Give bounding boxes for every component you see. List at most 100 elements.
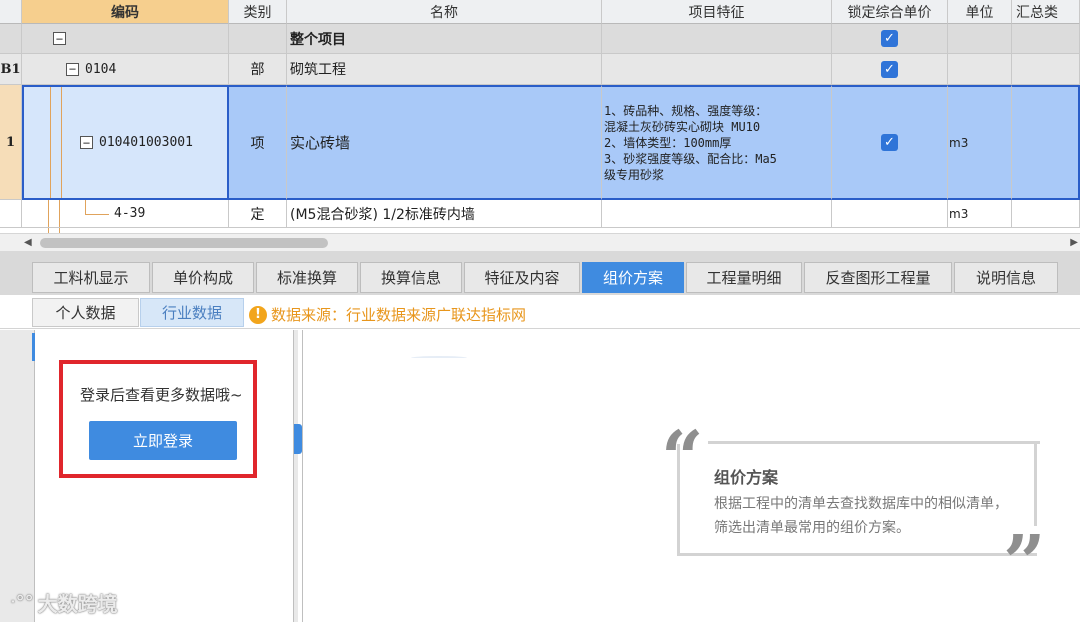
tree-line (59, 200, 60, 227)
checkbox-checked-icon[interactable]: ✓ (881, 134, 898, 151)
collapse-icon[interactable]: − (53, 32, 66, 45)
right-panel: “ ” 组价方案 根据工程中的清单去查找数据库中的相似清单，筛选出清单最常用的组… (302, 330, 1080, 622)
tab-features[interactable]: 特征及内容 (464, 262, 580, 293)
bill-grid: 编码 类别 名称 项目特征 锁定综合单价 单位 汇总类 − 整个项目 ✓ B1 … (0, 0, 1080, 233)
data-source-notice: ! 数据来源：行业数据来源广联达指标网 (249, 304, 526, 325)
name-cell[interactable]: 实心砖墙 (287, 85, 602, 200)
code-cell[interactable]: − (22, 24, 229, 54)
table-row-selected[interactable]: 1 − 010401003001 项 实心砖墙 1、砖品种、规格、强度等级： 混… (0, 85, 1080, 200)
summary-cell (1012, 24, 1080, 54)
code-text: 4-39 (114, 206, 146, 221)
highlight-box: 登录后查看更多数据哦~ 立即登录 (59, 360, 257, 478)
horizontal-scrollbar[interactable]: ◀ ▶ (0, 233, 1080, 251)
tree-line (85, 200, 86, 214)
watermark-logo-icon: ᐧ°° (10, 592, 34, 613)
subtab-industry-data[interactable]: 行业数据 (140, 298, 244, 327)
feature-line: 2、墙体类型：100mm厚 (604, 135, 732, 150)
header-locked[interactable]: 锁定综合单价 (832, 0, 948, 24)
login-button[interactable]: 立即登录 (89, 421, 237, 460)
tab-quantity-detail[interactable]: 工程量明细 (686, 262, 802, 293)
grid-header-row: 编码 类别 名称 项目特征 锁定综合单价 单位 汇总类 (0, 0, 1080, 24)
tab-unit-price[interactable]: 单价构成 (152, 262, 254, 293)
code-text: 0104 (85, 61, 117, 77)
feature-line: 1、砖品种、规格、强度等级： (604, 103, 768, 118)
summary-cell (1012, 200, 1080, 228)
category-cell: 部 (229, 54, 287, 85)
tree-line (61, 87, 62, 198)
open-quote-icon: “ (661, 416, 704, 502)
info-title: 组价方案 (714, 468, 779, 487)
login-message: 登录后查看更多数据哦~ (80, 386, 243, 404)
row-number (0, 24, 22, 54)
feature-cell[interactable] (602, 200, 832, 228)
watermark: ᐧ°° 大数跨境 (10, 588, 118, 617)
checkbox-checked-icon[interactable]: ✓ (881, 30, 898, 47)
panel-indicator (32, 333, 35, 361)
warning-icon: ! (249, 305, 267, 324)
unit-cell[interactable] (948, 24, 1012, 54)
panel-collapse-handle[interactable] (294, 424, 302, 454)
tab-pricing-scheme[interactable]: 组价方案 (582, 262, 684, 293)
tree-line (50, 87, 51, 198)
feature-line: 混凝土灰砂砖实心砌块 MU10 (604, 119, 761, 134)
detail-tab-bar: 工料机显示 单价构成 标准换算 换算信息 特征及内容 组价方案 工程量明细 反查… (0, 251, 1080, 295)
category-cell: 定 (229, 200, 287, 228)
feature-cell[interactable] (602, 24, 832, 54)
header-name[interactable]: 名称 (287, 0, 602, 24)
unit-cell[interactable] (948, 54, 1012, 85)
info-card-frame-top (708, 441, 1040, 444)
code-text: 010401003001 (99, 135, 193, 150)
collapse-icon[interactable]: − (80, 136, 93, 149)
header-unit[interactable]: 单位 (948, 0, 1012, 24)
feature-cell[interactable] (602, 54, 832, 85)
row-number: 1 (0, 85, 22, 200)
header-category[interactable]: 类别 (229, 0, 287, 24)
tab-labor-material[interactable]: 工料机显示 (32, 262, 150, 293)
tab-conversion-info[interactable]: 换算信息 (360, 262, 462, 293)
subtab-personal-data[interactable]: 个人数据 (32, 298, 139, 327)
code-cell[interactable]: − 0104 (22, 54, 229, 85)
left-panel: 登录后查看更多数据哦~ 立即登录 (0, 330, 298, 622)
scrollbar-thumb[interactable] (40, 238, 328, 248)
locked-cell[interactable]: ✓ (832, 24, 948, 54)
row-number: B1 (0, 54, 22, 85)
tree-line (48, 200, 49, 227)
feature-line: 级专用砂浆 (604, 167, 665, 182)
scroll-left-icon[interactable]: ◀ (24, 237, 32, 248)
scroll-right-icon[interactable]: ▶ (1070, 237, 1078, 248)
watermark-text: 大数跨境 (37, 592, 118, 616)
collapse-icon[interactable]: − (66, 62, 79, 76)
data-source-tabs: 个人数据 行业数据 ! 数据来源：行业数据来源广联达指标网 (0, 295, 1080, 329)
data-source-text: 数据来源：行业数据来源广联达指标网 (271, 306, 527, 324)
unit-cell[interactable]: m3 (948, 200, 1012, 228)
name-cell[interactable]: 整个项目 (287, 24, 602, 54)
tab-standard-conversion[interactable]: 标准换算 (256, 262, 358, 293)
name-cell[interactable]: (M5混合砂浆) 1/2标准砖内墙 (287, 200, 602, 228)
code-cell[interactable]: 4-39 (22, 200, 229, 228)
summary-cell (1012, 54, 1080, 85)
table-row[interactable]: 4-39 定 (M5混合砂浆) 1/2标准砖内墙 m3 (0, 200, 1080, 228)
header-summary[interactable]: 汇总类 (1012, 0, 1080, 24)
feature-line: 3、砂浆强度等级、配合比：Ma5 (604, 151, 777, 166)
table-row[interactable]: B1 − 0104 部 砌筑工程 ✓ (0, 54, 1080, 85)
tab-reverse-lookup[interactable]: 反查图形工程量 (804, 262, 952, 293)
unit-cell[interactable]: m3 (948, 85, 1012, 200)
code-cell[interactable]: − 010401003001 (22, 85, 229, 200)
category-cell: 项 (229, 85, 287, 200)
feature-cell[interactable]: 1、砖品种、规格、强度等级： 混凝土灰砂砖实心砌块 MU10 2、墙体类型：10… (602, 85, 832, 200)
table-row[interactable]: − 整个项目 ✓ (0, 24, 1080, 54)
name-cell[interactable]: 砌筑工程 (287, 54, 602, 85)
summary-cell (1012, 85, 1080, 200)
header-code[interactable]: 编码 (22, 0, 229, 24)
locked-cell[interactable] (832, 200, 948, 228)
row-number (0, 200, 22, 228)
info-description: 根据工程中的清单去查找数据库中的相似清单，筛选出清单最常用的组价方案。 (714, 496, 1008, 536)
decorative-arc (411, 356, 467, 360)
header-feature[interactable]: 项目特征 (602, 0, 832, 24)
locked-cell[interactable]: ✓ (832, 85, 948, 200)
checkbox-checked-icon[interactable]: ✓ (881, 60, 898, 78)
category-cell (229, 24, 287, 54)
tree-line (85, 213, 109, 215)
tab-description[interactable]: 说明信息 (954, 262, 1058, 293)
locked-cell[interactable]: ✓ (832, 54, 948, 85)
